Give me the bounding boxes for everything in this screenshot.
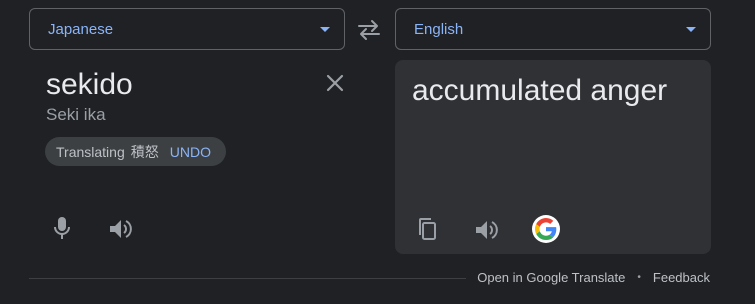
target-language-select[interactable]: English [395, 8, 711, 50]
chevron-down-icon [320, 26, 330, 32]
google-g-logo[interactable] [532, 215, 560, 243]
source-language-label: Japanese [48, 20, 114, 38]
divider [29, 278, 466, 279]
source-transliteration: Seki ika [46, 105, 106, 124]
source-language-select[interactable]: Japanese [29, 8, 345, 50]
translation-text: accumulated anger [412, 74, 668, 107]
speaker-icon[interactable] [472, 216, 500, 244]
source-text[interactable]: sekido [46, 68, 133, 102]
chip-word: 積怒 [130, 143, 159, 160]
chevron-down-icon [686, 26, 696, 32]
translating-chip: Translating 積怒 UNDO [45, 137, 226, 166]
chip-status-text: Translating [56, 143, 125, 160]
feedback-link[interactable]: Feedback [653, 270, 710, 285]
footer-separator: • [637, 272, 641, 283]
footer: Open in Google Translate • Feedback [477, 270, 710, 285]
swap-arrows-icon[interactable] [356, 19, 382, 41]
target-language-label: English [414, 20, 464, 38]
close-icon[interactable] [324, 72, 346, 94]
speaker-icon[interactable] [106, 215, 134, 243]
open-in-google-translate-link[interactable]: Open in Google Translate [477, 270, 625, 285]
undo-button[interactable]: UNDO [170, 144, 211, 160]
translation-panel: accumulated anger [395, 60, 711, 254]
copy-icon[interactable] [414, 215, 442, 243]
microphone-icon[interactable] [48, 214, 76, 242]
